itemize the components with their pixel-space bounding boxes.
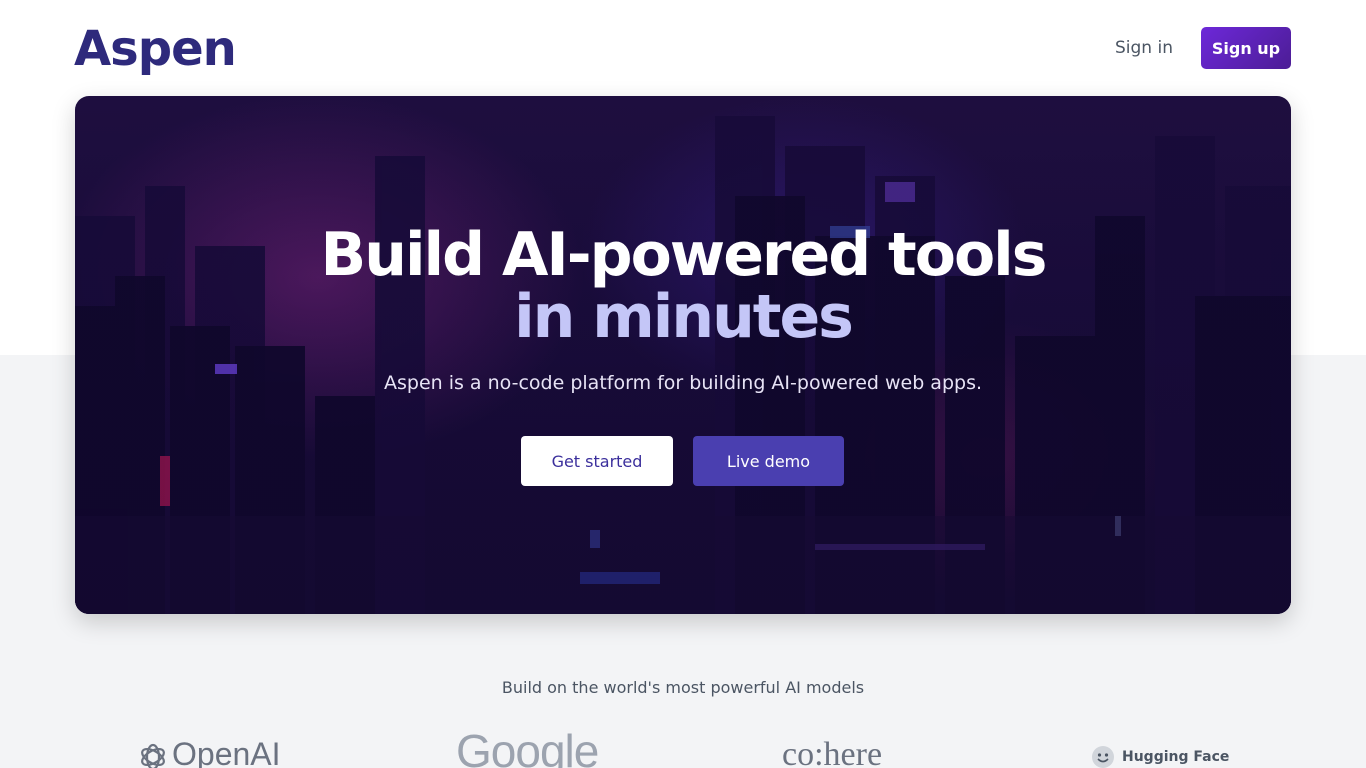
google-logo: Google [456, 725, 599, 768]
hugging-face-label: Hugging Face [1122, 749, 1230, 765]
get-started-button[interactable]: Get started [521, 436, 673, 486]
hero-headline-accent: in minutes [514, 282, 854, 352]
hero-subtitle: Aspen is a no-code platform for building… [383, 372, 983, 394]
hero-headline: Build AI-powered tools [320, 220, 1048, 290]
models-section-title: Build on the world's most powerful AI mo… [501, 678, 865, 697]
live-demo-button[interactable]: Live demo [693, 436, 844, 486]
cohere-logo: co:here [782, 728, 882, 768]
sign-up-button[interactable]: Sign up [1201, 27, 1291, 69]
landing-page: Aspen Sign in Sign up Build AI-powered t… [0, 0, 1366, 768]
aspen-logo[interactable]: Aspen [74, 20, 237, 78]
hugging-face-logo: Hugging Face [1090, 728, 1229, 768]
model-logos: OpenAI Google co:here Hugging Face [0, 725, 1366, 768]
hero-overlay [75, 96, 1291, 614]
sign-in-link[interactable]: Sign in [1104, 27, 1184, 69]
openai-logo: OpenAI [138, 728, 281, 768]
hugging-face-icon [1092, 746, 1114, 768]
hero-banner: Build AI-powered tools in minutes Aspen … [75, 96, 1291, 614]
cohere-label: co:here [782, 736, 883, 768]
site-header: Aspen Sign in Sign up [0, 0, 1366, 96]
google-label: Google [456, 725, 599, 768]
openai-icon [141, 743, 165, 768]
openai-label: OpenAI [172, 736, 281, 768]
